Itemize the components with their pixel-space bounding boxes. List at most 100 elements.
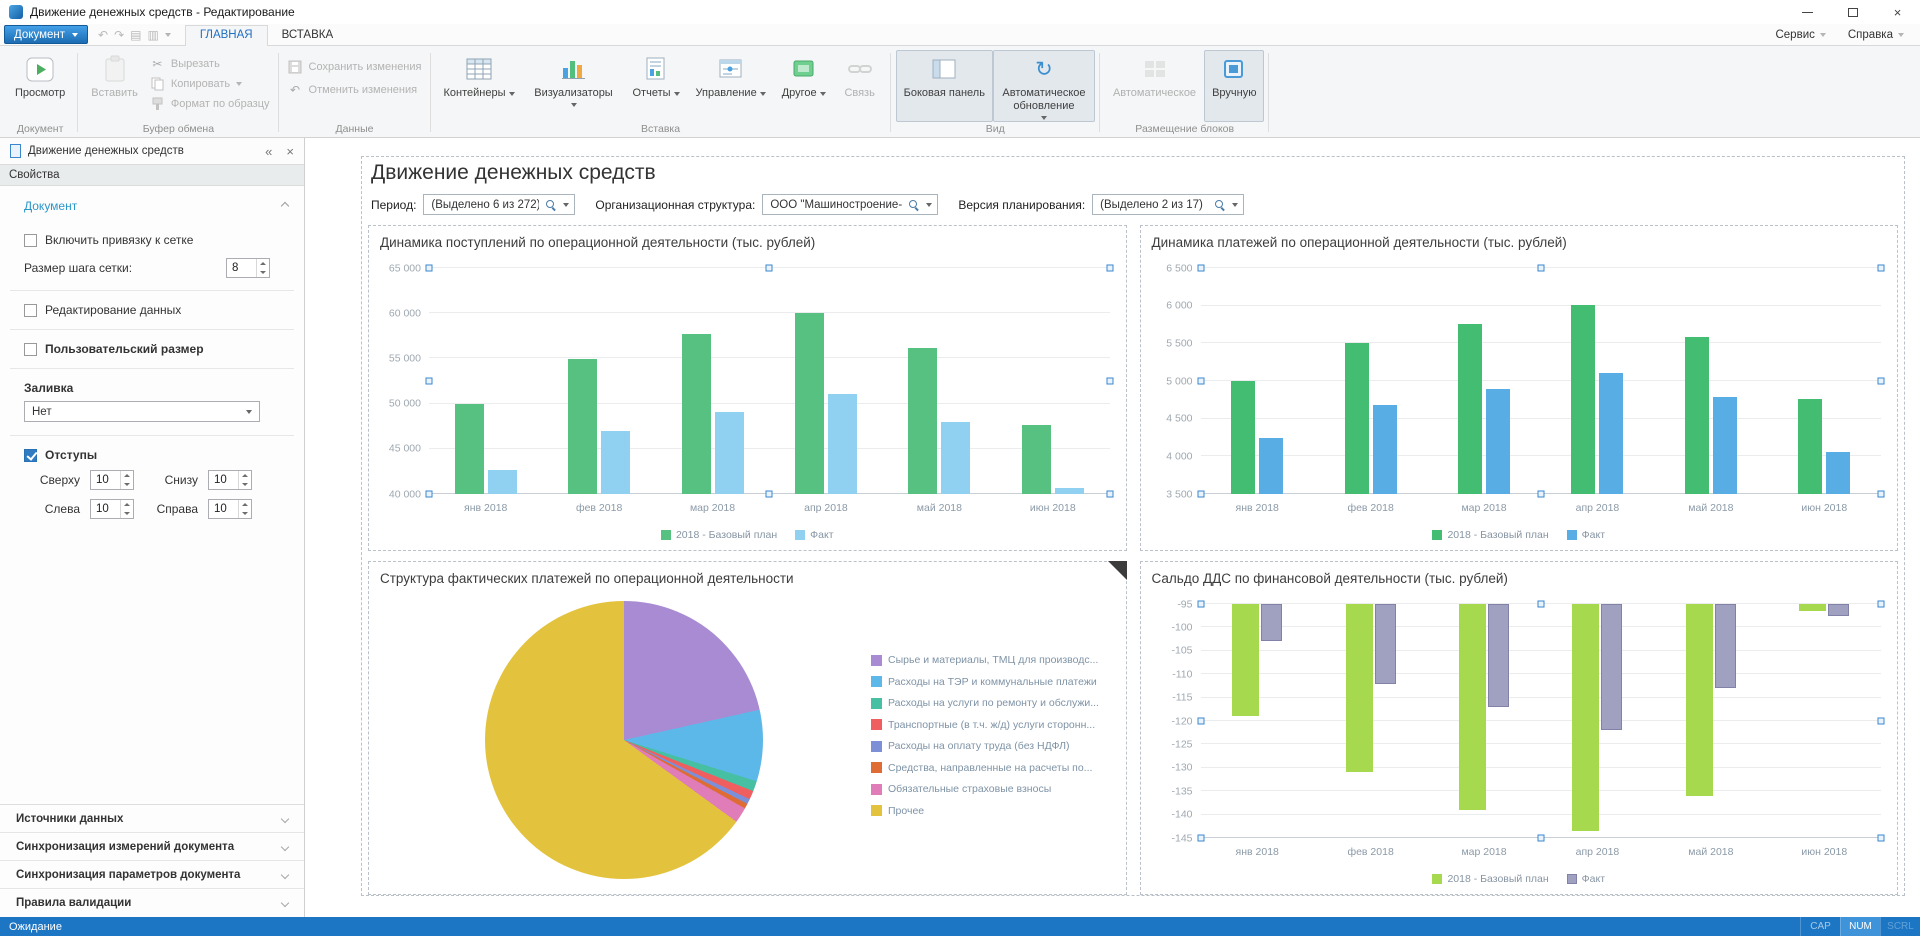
chevron-down-icon <box>1898 33 1904 37</box>
org-filter-dropdown[interactable]: ООО "Машиностроение-1" <box>762 194 938 215</box>
containers-button[interactable]: Контейнеры <box>436 50 523 122</box>
tab-main[interactable]: ГЛАВНАЯ <box>185 25 268 46</box>
margin-left-spinner[interactable]: 10 <box>90 499 134 519</box>
paste-button[interactable]: Вставить <box>83 50 146 122</box>
dashboard-canvas[interactable]: Движение денежных средств Период: (Выдел… <box>305 138 1920 917</box>
other-button[interactable]: Другое <box>774 50 834 122</box>
resize-handle[interactable] <box>1878 491 1885 498</box>
legend-item: Средства, направленные на расчеты по... <box>871 762 1099 774</box>
spinner-arrows[interactable] <box>238 500 251 518</box>
management-button[interactable]: Управление <box>688 50 774 122</box>
block-corner-marker[interactable] <box>1108 561 1127 580</box>
customize-toolbar-icon[interactable] <box>165 33 171 37</box>
section-sync-parameters[interactable]: Синхронизация параметров документа <box>0 861 304 889</box>
gridline <box>429 357 1110 358</box>
reports-button[interactable]: Отчеты <box>625 50 688 122</box>
pie-chart <box>485 601 763 879</box>
tab-insert[interactable]: ВСТАВКА <box>268 26 348 45</box>
chart-panel-payments[interactable]: Динамика платежей по операционной деятел… <box>1140 225 1899 551</box>
help-menu[interactable]: Справка <box>1848 29 1904 41</box>
auto-refresh-toggle[interactable]: ↻ Автоматическое обновление <box>993 50 1095 122</box>
resize-handle[interactable] <box>1106 378 1113 385</box>
maximize-button[interactable] <box>1830 0 1875 24</box>
section-document-link[interactable]: Документ <box>0 186 304 224</box>
resize-handle[interactable] <box>1106 265 1113 272</box>
section-label: Синхронизация измерений документа <box>16 841 234 853</box>
section-sync-dimensions[interactable]: Синхронизация измерений документа <box>0 833 304 861</box>
resize-handle[interactable] <box>1197 601 1204 608</box>
resize-handle[interactable] <box>1197 718 1204 725</box>
period-filter-dropdown[interactable]: (Выделено 6 из 272) <box>423 194 575 215</box>
margin-right-spinner[interactable]: 10 <box>208 499 252 519</box>
save-icon[interactable]: ▤ <box>130 28 141 42</box>
close-panel-icon[interactable]: × <box>286 144 294 159</box>
side-panel-toggle[interactable]: Боковая панель <box>896 50 993 122</box>
redo-icon[interactable]: ↷ <box>114 28 124 42</box>
resize-handle[interactable] <box>1106 491 1113 498</box>
legend-swatch <box>871 741 882 752</box>
resize-handle[interactable] <box>426 265 433 272</box>
cut-button[interactable]: ✂ Вырезать <box>150 57 270 71</box>
margins-checkbox[interactable] <box>24 449 37 462</box>
resize-handle[interactable] <box>1537 601 1544 608</box>
chart-panel-payments-structure-pie[interactable]: Структура фактических платежей по операц… <box>368 561 1127 895</box>
service-menu[interactable]: Сервис <box>1775 29 1825 41</box>
save-changes-button[interactable]: Сохранить изменения <box>288 60 422 74</box>
resize-handle[interactable] <box>1537 491 1544 498</box>
resize-handle[interactable] <box>426 491 433 498</box>
resize-handle[interactable] <box>1537 835 1544 842</box>
resize-handle[interactable] <box>1197 835 1204 842</box>
undo-icon[interactable]: ↶ <box>98 28 108 42</box>
resize-handle[interactable] <box>1197 491 1204 498</box>
manual-layout-button[interactable]: Вручную <box>1204 50 1264 122</box>
spinner-arrows[interactable] <box>120 500 133 518</box>
format-painter-button[interactable]: Формат по образцу <box>150 97 270 111</box>
collapse-panel-icon[interactable]: « <box>265 144 272 159</box>
resize-handle[interactable] <box>1878 835 1885 842</box>
snap-to-grid-checkbox[interactable] <box>24 234 37 247</box>
version-filter-dropdown[interactable]: (Выделено 2 из 17) <box>1092 194 1244 215</box>
bar-group <box>1231 268 1283 494</box>
link-button[interactable]: Связь <box>834 50 886 122</box>
minimize-button[interactable] <box>1785 0 1830 24</box>
section-validation-rules[interactable]: Правила валидации <box>0 889 304 917</box>
legend-swatch <box>661 530 671 540</box>
y-axis-label: -95 <box>1143 599 1193 610</box>
preview-button[interactable]: Просмотр <box>7 50 73 122</box>
resize-handle[interactable] <box>766 491 773 498</box>
resize-handle[interactable] <box>1878 718 1885 725</box>
margin-bottom-spinner[interactable]: 10 <box>208 470 252 490</box>
resize-handle[interactable] <box>1197 378 1204 385</box>
service-menu-label: Сервис <box>1775 29 1814 41</box>
resize-handle[interactable] <box>1197 265 1204 272</box>
resize-handle[interactable] <box>1878 378 1885 385</box>
custom-size-checkbox[interactable] <box>24 343 37 356</box>
document-menu-button[interactable]: Документ <box>4 25 88 44</box>
chart-panel-receipts[interactable]: Динамика поступлений по операционной дея… <box>368 225 1127 551</box>
spinner-arrows[interactable] <box>256 259 269 277</box>
spinner-arrows[interactable] <box>120 471 133 489</box>
spinner-arrows[interactable] <box>238 471 251 489</box>
resize-handle[interactable] <box>426 378 433 385</box>
x-axis-label: апр 2018 <box>1576 502 1620 514</box>
auto-layout-button[interactable]: Автоматическое <box>1105 50 1204 122</box>
fill-dropdown[interactable]: Нет <box>24 401 260 422</box>
bar-series-1 <box>1375 604 1396 684</box>
data-editing-checkbox[interactable] <box>24 304 37 317</box>
discard-changes-button[interactable]: ↶ Отменить изменения <box>288 83 422 97</box>
section-data-sources[interactable]: Источники данных <box>0 805 304 833</box>
grid-step-spinner[interactable]: 8 <box>226 258 270 278</box>
print-icon[interactable]: ▥ <box>147 28 158 42</box>
chart-panel-balance[interactable]: Сальдо ДДС по финансовой деятельности (т… <box>1140 561 1899 895</box>
close-button[interactable]: × <box>1875 0 1920 24</box>
sidebar-header: Движение денежных средств « × <box>0 138 304 164</box>
resize-handle[interactable] <box>1878 265 1885 272</box>
margin-top-spinner[interactable]: 10 <box>90 470 134 490</box>
resize-handle[interactable] <box>1537 265 1544 272</box>
properties-tab[interactable]: Свойства <box>0 164 304 186</box>
resize-handle[interactable] <box>766 265 773 272</box>
y-axis-label: 55 000 <box>371 353 421 364</box>
visualizers-button[interactable]: Визуализаторы <box>523 50 625 122</box>
copy-button[interactable]: Копировать <box>150 77 270 91</box>
resize-handle[interactable] <box>1878 601 1885 608</box>
